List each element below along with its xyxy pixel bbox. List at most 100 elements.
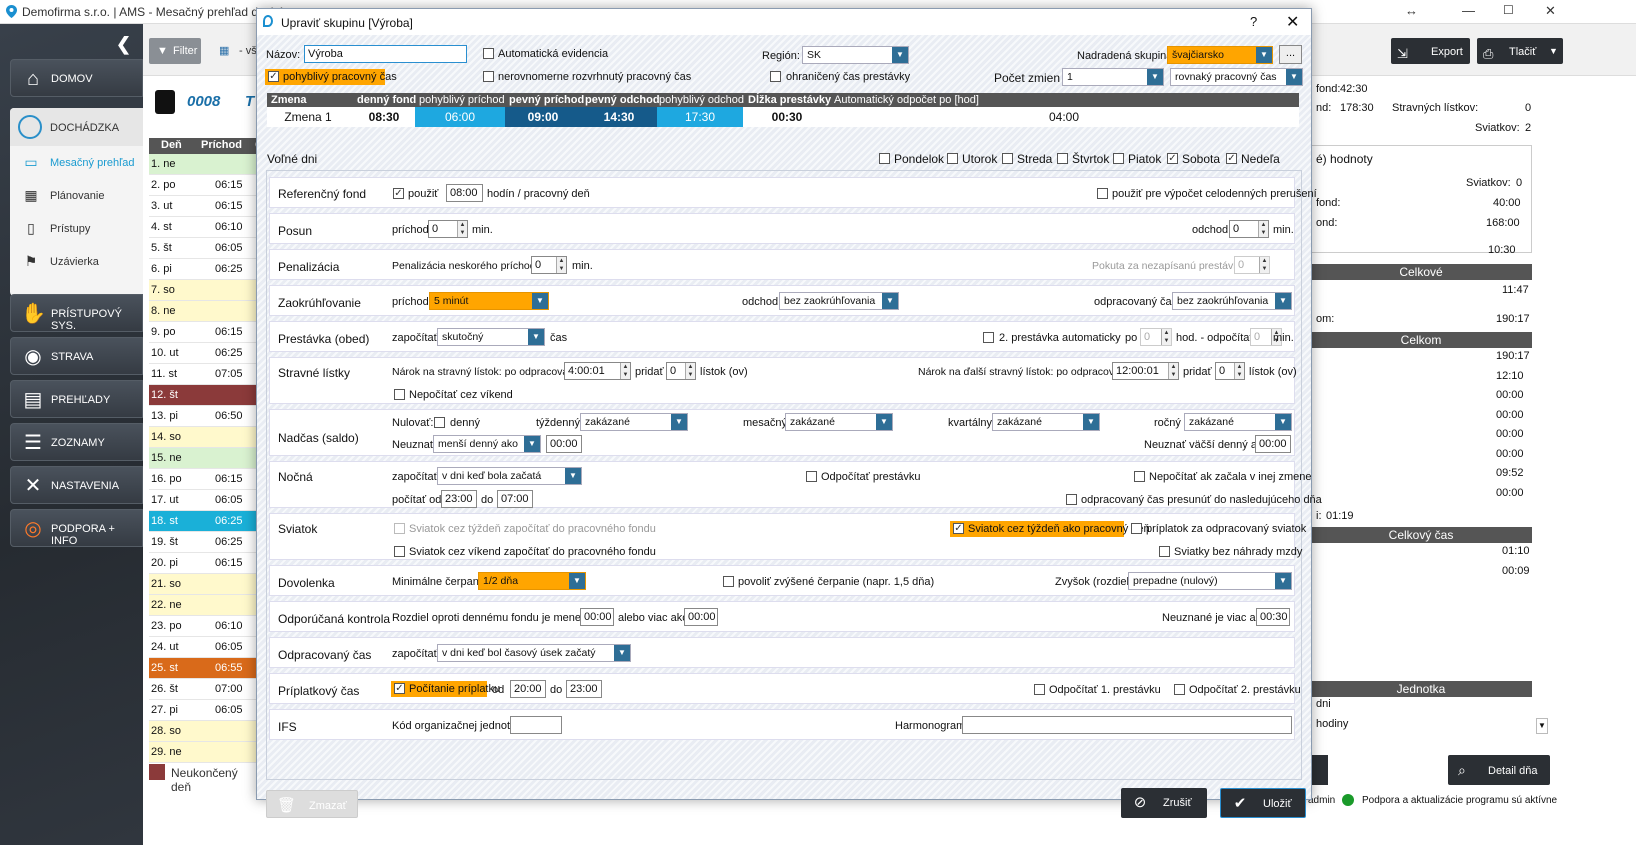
table-row[interactable]: 6. pi 06:25	[149, 259, 263, 280]
break-fine-spin[interactable]: 0 ▲ ▼	[1234, 256, 1270, 274]
day-detail-button[interactable]: ⌕ Detail dňa	[1448, 755, 1550, 785]
holiday-workday-checkbox[interactable]	[953, 523, 964, 534]
sub-monthly-overview[interactable]: ▭ Mesačný prehľad	[10, 148, 143, 176]
maximize-icon[interactable]: ☐	[1503, 3, 1514, 17]
vacation-min-select[interactable]: 1/2 dňa ▼	[478, 572, 586, 590]
round-departure-select[interactable]: bez zaokrúhľovania ▼	[779, 292, 899, 310]
nav-settings[interactable]: ✕ NASTAVENIA	[10, 466, 143, 504]
rec-unrec-input[interactable]: 00:30	[1256, 608, 1290, 626]
save-button[interactable]: ✔ Uložiť	[1220, 788, 1306, 818]
table-row[interactable]: 13. pi 06:50	[149, 406, 263, 427]
nav-food[interactable]: ◉ STRAVA	[10, 337, 143, 375]
nav-reports[interactable]: ▤ PREHĽADY	[10, 380, 143, 418]
help-icon[interactable]: ?	[1250, 14, 1257, 29]
sub-planning[interactable]: ▦ Plánovanie	[10, 181, 143, 209]
meal-claim2-spin[interactable]: 12:00:01 ▲ ▼	[1112, 362, 1179, 380]
night-to-input[interactable]: 07:00	[497, 490, 533, 508]
rec-diff-input[interactable]: 00:00	[580, 608, 614, 626]
reset-quarterly-select[interactable]: zakázané ▼	[992, 413, 1100, 431]
reset-monthly-select[interactable]: zakázané ▼	[785, 413, 893, 431]
ifs-code-input[interactable]	[510, 716, 562, 734]
spin-arrows-icon[interactable]: ▲ ▼	[1234, 363, 1244, 379]
table-row[interactable]: 11. st 07:05	[149, 364, 263, 385]
weekday-checkbox[interactable]	[1057, 153, 1068, 164]
export-button[interactable]: ⇲ Export	[1391, 38, 1470, 64]
night-not-other-checkbox[interactable]	[1134, 471, 1145, 482]
weekday-checkbox[interactable]	[879, 153, 890, 164]
limited-break-checkbox[interactable]	[770, 71, 781, 82]
delete-button[interactable]: 🗑 Zmazať	[266, 790, 358, 818]
night-move-checkbox[interactable]	[1066, 494, 1077, 505]
scroll-down-icon[interactable]: ▼	[1536, 718, 1548, 734]
table-row[interactable]: 17. ut 06:05	[149, 490, 263, 511]
uneven-checkbox[interactable]	[483, 71, 494, 82]
rec-more-input[interactable]: 00:00	[684, 608, 718, 626]
reset-daily-checkbox[interactable]	[434, 417, 445, 428]
table-row[interactable]: 15. ne	[149, 448, 263, 469]
table-row[interactable]: 9. po 06:15	[149, 322, 263, 343]
spin-arrows-icon[interactable]: ▲ ▼	[457, 221, 467, 237]
table-row[interactable]: 18. st 06:25	[149, 511, 263, 532]
table-row[interactable]: 12. št	[149, 385, 263, 406]
employee-select[interactable]: ▦ - vš	[219, 38, 259, 64]
name-input[interactable]: Výroba	[304, 45, 467, 63]
print-button[interactable]: ⎙ Tlačiť ▼	[1477, 38, 1563, 64]
ignore-time-input[interactable]: 00:00	[546, 435, 582, 453]
table-row[interactable]: 3. ut 06:15	[149, 196, 263, 217]
auto-evidence-checkbox[interactable]	[483, 48, 494, 59]
ref-hours-input[interactable]: 08:00	[446, 184, 483, 202]
close-dialog-icon[interactable]: ✕	[1286, 12, 1299, 32]
table-row[interactable]: 24. ut 06:05	[149, 637, 263, 658]
close-window-icon[interactable]: ✕	[1545, 3, 1556, 19]
minimize-icon[interactable]: —	[1462, 3, 1475, 18]
night-count-select[interactable]: v dni keď bola začatá ▼	[437, 467, 582, 485]
table-row[interactable]: 1. ne	[149, 154, 263, 175]
break-count-select[interactable]: skutočný ▼	[437, 328, 545, 346]
reset-weekly-select[interactable]: zakázané ▼	[580, 413, 688, 431]
round-worked-select[interactable]: bez zaokrúhľovania ▼	[1172, 292, 1292, 310]
region-select[interactable]: SK ▼	[802, 46, 909, 64]
table-row[interactable]: 22. ne	[149, 595, 263, 616]
spin-arrows-icon[interactable]: ▲ ▼	[1259, 257, 1269, 273]
holiday-no-comp-checkbox[interactable]	[1159, 546, 1170, 557]
parent-group-select[interactable]: švajčiarsko ▼	[1167, 46, 1273, 64]
surcharge-deduct2-checkbox[interactable]	[1174, 684, 1185, 695]
vacation-rest-select[interactable]: prepadne (nulový) ▼	[1128, 572, 1292, 590]
spin-arrows-icon[interactable]: ▲ ▼	[1168, 363, 1178, 379]
surcharge-to-input[interactable]: 23:00	[566, 680, 602, 698]
weekday-checkbox[interactable]	[1167, 153, 1178, 164]
holiday-weekend-fund-checkbox[interactable]	[394, 546, 405, 557]
prev-button[interactable]	[1310, 755, 1328, 785]
sub-access[interactable]: ▯ Prístupy	[10, 214, 143, 242]
spin-arrows-icon[interactable]: ▲ ▼	[1161, 329, 1171, 345]
weekday-checkbox[interactable]	[1002, 153, 1013, 164]
night-deduct-break-checkbox[interactable]	[806, 471, 817, 482]
table-row[interactable]: 23. po 06:10	[149, 616, 263, 637]
table-row[interactable]: 19. št 06:25	[149, 532, 263, 553]
table-row[interactable]: 8. ne	[149, 301, 263, 322]
holiday-week-fund-checkbox[interactable]	[394, 523, 405, 534]
ignore-select[interactable]: menší denný ako ▼	[433, 435, 541, 453]
table-row[interactable]: 16. po 06:15	[149, 469, 263, 490]
late-penalty-spin[interactable]: 0 ▲ ▼	[531, 256, 567, 274]
reset-yearly-select[interactable]: zakázané ▼	[1184, 413, 1292, 431]
harmonogram-input[interactable]	[962, 716, 1292, 734]
ref-use-checkbox[interactable]	[393, 188, 404, 199]
ignore-greater-input[interactable]: 00:00	[1255, 435, 1291, 453]
nav-attendance[interactable]: DOCHÁDZKA	[10, 108, 143, 146]
resize-icon[interactable]: ↔	[1405, 3, 1418, 18]
cancel-button[interactable]: ⊘ Zrušiť	[1121, 788, 1207, 818]
table-row[interactable]: 27. pi 06:05	[149, 700, 263, 721]
nav-support[interactable]: ◎ PODPORA + INFO	[10, 509, 143, 547]
more-button[interactable]: ...	[1279, 45, 1302, 64]
night-from-input[interactable]: 23:00	[441, 490, 477, 508]
spin-arrows-icon[interactable]: ▲ ▼	[620, 363, 630, 379]
sub-closing[interactable]: ⚑ Uzávierka	[10, 247, 143, 275]
table-row[interactable]: 10. ut 06:25	[149, 343, 263, 364]
spin-arrows-icon[interactable]: ▲ ▼	[685, 363, 695, 379]
meal-add-spin[interactable]: 0 ▲ ▼	[666, 362, 696, 380]
surcharge-deduct1-checkbox[interactable]	[1034, 684, 1045, 695]
shift-row[interactable]: Zmena 1 08:30 06:00 09:00 14:30 17:30 00…	[267, 107, 1299, 127]
spin-arrows-icon[interactable]: ▲ ▼	[1258, 221, 1268, 237]
ref-use-for-checkbox[interactable]	[1097, 188, 1108, 199]
